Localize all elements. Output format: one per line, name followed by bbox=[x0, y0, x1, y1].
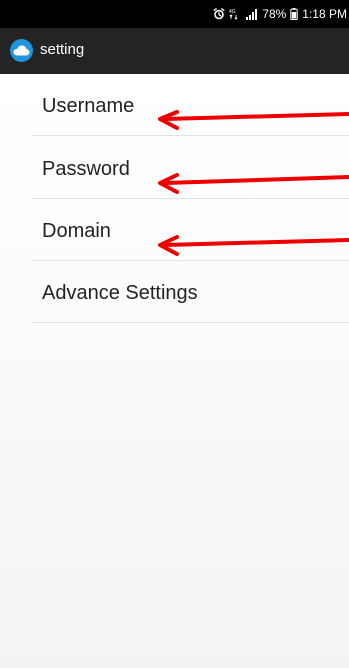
status-bar-indicators: 4G 78% 1:18 PM bbox=[213, 7, 347, 21]
svg-text:4G: 4G bbox=[229, 9, 236, 15]
status-time: 1:18 PM bbox=[302, 7, 347, 21]
annotation-arrow-domain bbox=[155, 235, 349, 257]
battery-percentage: 78% bbox=[262, 7, 287, 21]
settings-item-label: Password bbox=[42, 158, 130, 180]
settings-item-label: Domain bbox=[42, 220, 111, 242]
settings-item-advance-settings[interactable]: Advance Settings bbox=[0, 261, 349, 323]
divider bbox=[32, 322, 349, 323]
status-bar: 4G 78% 1:18 PM bbox=[0, 0, 349, 28]
annotation-arrow-password bbox=[155, 173, 349, 197]
page-title: setting bbox=[40, 41, 85, 58]
battery-icon bbox=[290, 8, 298, 20]
settings-content: Username Password Domain Advance Setting… bbox=[0, 74, 349, 668]
divider bbox=[32, 135, 349, 136]
alarm-icon bbox=[213, 8, 225, 20]
signal-icon bbox=[245, 8, 258, 20]
android-settings-screen: 4G 78% 1:18 PM setting Username Password… bbox=[0, 0, 349, 668]
settings-item-label: Advance Settings bbox=[42, 282, 198, 304]
cloud-icon bbox=[10, 39, 33, 62]
settings-item-label: Username bbox=[42, 95, 135, 117]
app-toolbar: setting bbox=[0, 28, 349, 74]
network-icon: 4G bbox=[229, 8, 241, 20]
annotation-arrow-username bbox=[155, 110, 349, 133]
